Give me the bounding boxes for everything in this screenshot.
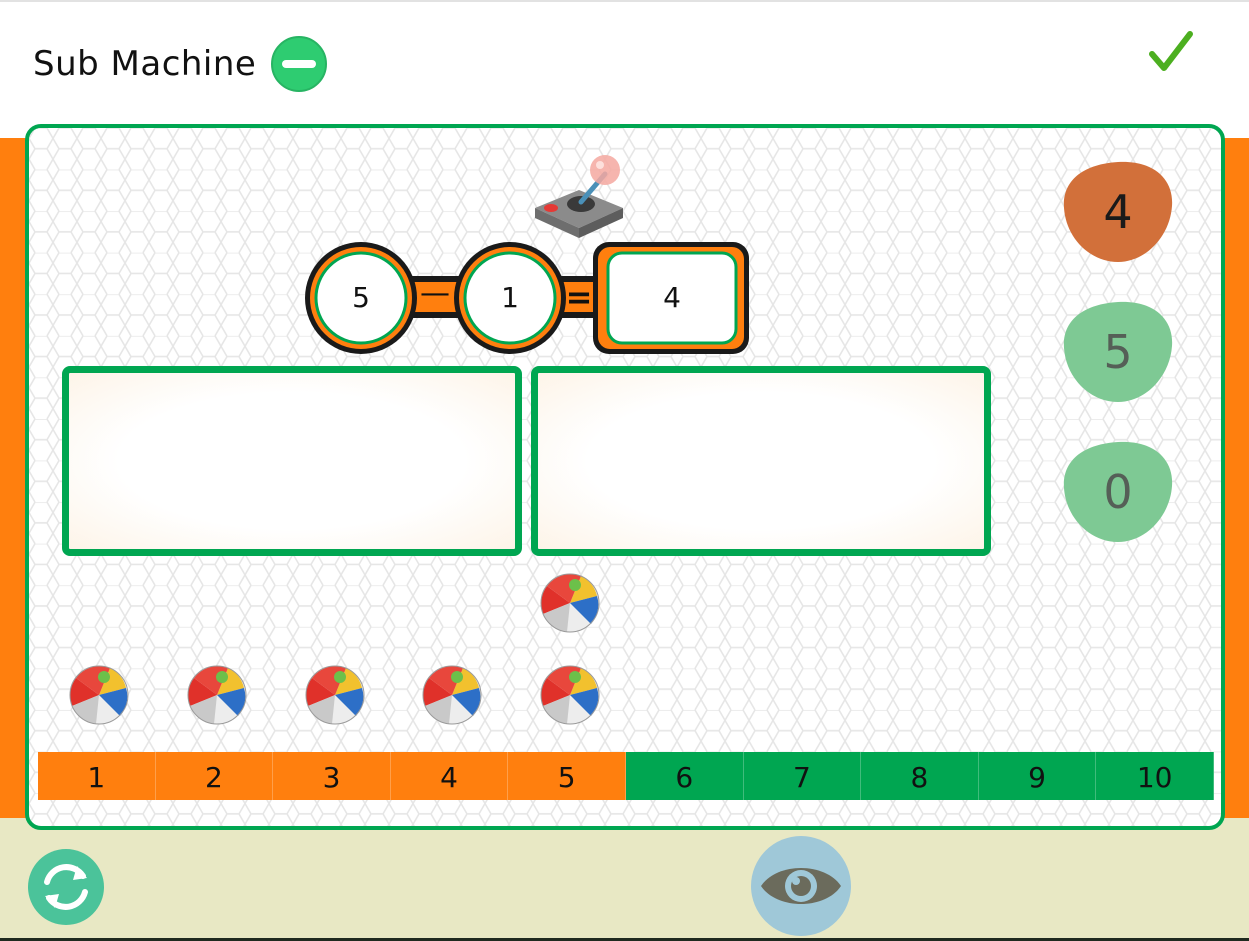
number-cell: 3 — [273, 752, 391, 800]
beach-ball-icon[interactable] — [304, 664, 366, 726]
minus-circle-icon — [271, 36, 327, 92]
minuend-value: 5 — [352, 281, 370, 314]
answer-choice-3[interactable]: 0 — [1060, 438, 1176, 546]
choice-label: 0 — [1103, 465, 1133, 519]
beach-ball-icon-lifted[interactable] — [539, 572, 601, 634]
game-board: 5 — 1 = 4 1 2 3 4 5 6 7 8 9 10 — [25, 124, 1225, 830]
number-cell: 9 — [978, 752, 1097, 800]
number-cell: 10 — [1096, 752, 1214, 800]
beach-ball-icon[interactable] — [421, 664, 483, 726]
left-frame-bar — [0, 138, 26, 818]
beach-ball-icon[interactable] — [186, 664, 248, 726]
beach-ball-icon[interactable] — [539, 664, 601, 726]
right-frame-bar — [1223, 138, 1249, 818]
number-cell: 5 — [508, 752, 626, 800]
eye-icon — [761, 868, 841, 904]
app-title: Sub Machine — [33, 44, 257, 84]
number-cell: 1 — [38, 752, 156, 800]
number-cell: 8 — [861, 752, 979, 800]
choice-label: 5 — [1103, 325, 1133, 379]
top-divider — [0, 0, 1249, 2]
refresh-icon[interactable] — [27, 848, 105, 926]
choice-label: 4 — [1103, 185, 1133, 239]
minus-operator: — — [420, 276, 450, 311]
number-cell: 7 — [743, 752, 862, 800]
drop-zone-right[interactable] — [531, 366, 991, 556]
number-cell: 2 — [155, 752, 274, 800]
subtrahend-value: 1 — [501, 281, 519, 314]
equation-machine: 5 — 1 = 4 — [305, 240, 749, 356]
number-cell: 6 — [625, 752, 744, 800]
equals-operator: = — [565, 278, 593, 316]
beach-ball-icon[interactable] — [68, 664, 130, 726]
answer-choice-1[interactable]: 4 — [1060, 158, 1176, 266]
number-cell: 4 — [390, 752, 509, 800]
number-line: 1 2 3 4 5 6 7 8 9 10 — [38, 752, 1214, 800]
joystick-icon[interactable] — [529, 148, 629, 238]
bottom-toolbar — [0, 818, 1249, 941]
drop-zone-left[interactable] — [62, 366, 522, 556]
checkmark-icon — [1149, 31, 1193, 71]
reveal-button[interactable] — [751, 836, 851, 936]
result-value: 4 — [663, 281, 681, 314]
answer-choice-2[interactable]: 5 — [1060, 298, 1176, 406]
